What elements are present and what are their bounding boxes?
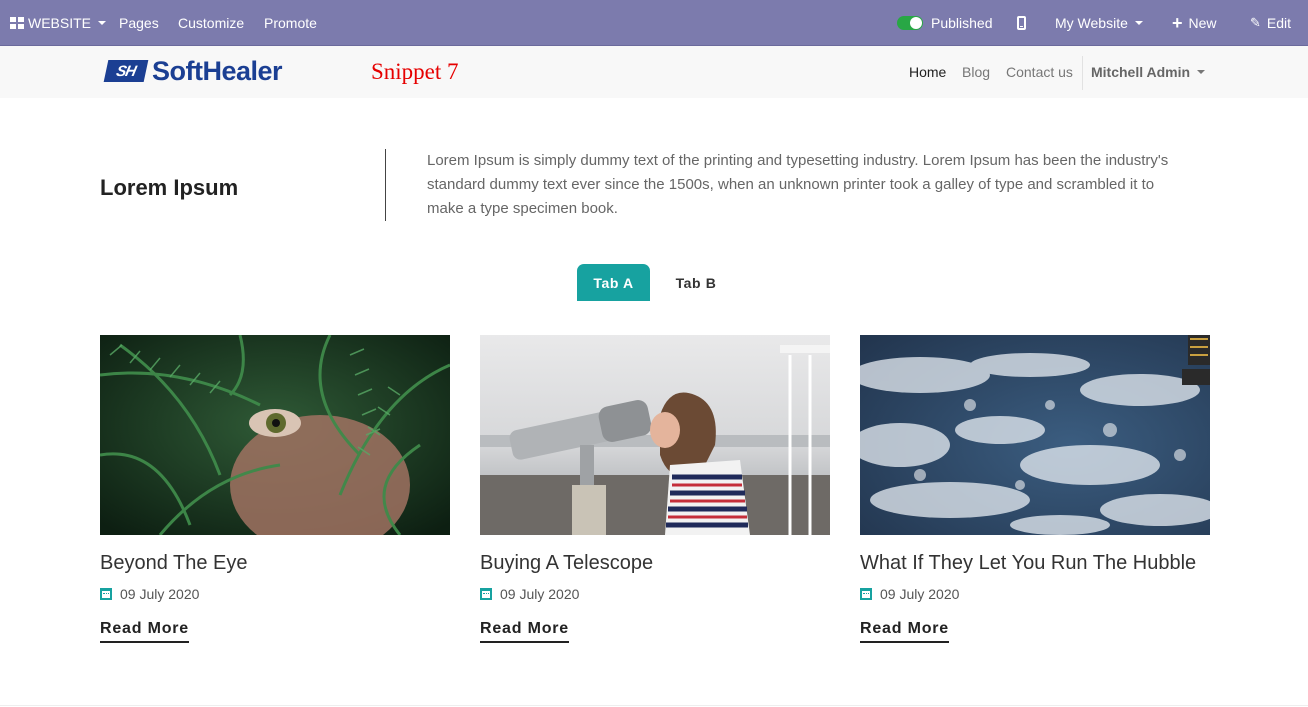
edit-label: Edit	[1266, 15, 1292, 31]
pencil-icon: ✎	[1250, 15, 1261, 30]
card-date: 09 July 2020	[100, 586, 450, 602]
site-header: SH SoftHealer Snippet 7 Home Blog Contac…	[0, 46, 1308, 98]
telescope-image[interactable]	[480, 335, 830, 535]
intro-divider	[385, 149, 386, 221]
my-website-label: My Website	[1055, 15, 1128, 31]
read-more-link[interactable]: Read More	[100, 620, 189, 643]
card-date-text: 09 July 2020	[120, 586, 200, 602]
caret-down-icon	[1197, 70, 1206, 74]
toggle-switch-icon	[897, 16, 923, 30]
nav-contact-us[interactable]: Contact us	[1006, 46, 1073, 98]
card-date: 09 July 2020	[480, 586, 830, 602]
card-title[interactable]: Buying A Telescope	[480, 550, 830, 576]
published-toggle[interactable]: Published	[897, 0, 993, 46]
mobile-phone-icon	[1017, 16, 1026, 30]
fern-eye-image[interactable]	[100, 335, 450, 535]
intro-heading: Lorem Ipsum	[100, 175, 239, 200]
mobile-preview-button[interactable]	[1017, 0, 1026, 46]
user-name: Mitchell Admin	[1091, 64, 1191, 80]
apps-icon	[10, 17, 24, 29]
edit-button[interactable]: ✎ Edit	[1250, 0, 1291, 46]
blog-card: Beyond The Eye 09 July 2020 Read More	[100, 335, 450, 643]
caret-down-icon	[1134, 21, 1143, 25]
calendar-icon	[860, 588, 872, 600]
section-divider	[0, 705, 1308, 706]
snippet-title: Snippet 7	[371, 59, 459, 84]
calendar-icon	[100, 588, 112, 600]
plus-icon: +	[1172, 13, 1183, 33]
card-date-text: 09 July 2020	[880, 586, 960, 602]
intro-text: Lorem Ipsum is simply dummy text of the …	[427, 152, 1169, 217]
nav-home[interactable]: Home	[909, 46, 946, 98]
tab-b[interactable]: Tab B	[660, 264, 732, 301]
nav-blog[interactable]: Blog	[962, 46, 990, 98]
logo-mark: SH	[103, 60, 149, 82]
new-button[interactable]: + New	[1172, 0, 1217, 46]
website-menu[interactable]: WEBSITE	[10, 0, 107, 46]
card-date-text: 09 July 2020	[500, 586, 580, 602]
promote-menu[interactable]: Promote	[264, 0, 317, 46]
earth-clouds-image[interactable]	[860, 335, 1210, 535]
website-menu-label: WEBSITE	[28, 15, 92, 31]
nav-divider	[1082, 56, 1083, 90]
blog-card: What If They Let You Run The Hubble 09 J…	[860, 335, 1210, 643]
card-title[interactable]: Beyond The Eye	[100, 550, 450, 576]
user-menu[interactable]: Mitchell Admin	[1091, 46, 1206, 98]
my-website-menu[interactable]: My Website	[1055, 0, 1143, 46]
blog-card: Buying A Telescope 09 July 2020 Read Mor…	[480, 335, 830, 643]
tab-a[interactable]: Tab A	[577, 264, 650, 301]
softhealer-logo[interactable]: SH SoftHealer	[103, 55, 283, 86]
published-label: Published	[931, 15, 993, 31]
pages-menu[interactable]: Pages	[119, 0, 159, 46]
card-title[interactable]: What If They Let You Run The Hubble	[860, 550, 1210, 576]
customize-menu[interactable]: Customize	[178, 0, 244, 46]
logo-text: SoftHealer	[152, 55, 283, 86]
read-more-link[interactable]: Read More	[860, 620, 949, 643]
new-label: New	[1188, 15, 1217, 31]
read-more-link[interactable]: Read More	[480, 620, 569, 643]
card-date: 09 July 2020	[860, 586, 1210, 602]
admin-topbar: WEBSITE Pages Customize Promote Publishe…	[0, 0, 1308, 46]
calendar-icon	[480, 588, 492, 600]
caret-down-icon	[98, 21, 107, 25]
